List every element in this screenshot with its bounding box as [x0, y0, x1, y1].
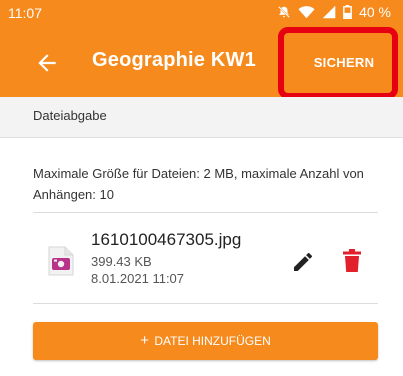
- list-item: 1610100467305.jpg 399.43 KB 8.01.2021 11…: [33, 226, 378, 302]
- add-file-button[interactable]: + DATEI HINZUFÜGEN: [33, 322, 378, 360]
- divider: [33, 212, 378, 213]
- file-date: 8.01.2021 11:07: [91, 271, 185, 286]
- status-icons: 40 %: [277, 4, 391, 20]
- file-size: 399.43 KB: [91, 254, 152, 269]
- status-time: 11:07: [8, 5, 42, 21]
- status-bar: 11:07 40 %: [0, 0, 403, 26]
- save-button-highlight: [278, 27, 398, 99]
- battery-icon: [343, 5, 352, 19]
- arrow-left-icon[interactable]: [34, 50, 60, 76]
- file-name: 1610100467305.jpg: [91, 230, 242, 249]
- pencil-icon[interactable]: [291, 250, 315, 274]
- trash-icon[interactable]: [340, 248, 364, 274]
- battery-percent: 40 %: [359, 4, 391, 20]
- section-title: Dateiabgabe: [33, 108, 107, 123]
- signal-icon: [322, 5, 336, 19]
- section-header: Dateiabgabe: [0, 97, 403, 138]
- bell-off-icon: [278, 6, 290, 18]
- page-title: Geographie KW1: [92, 49, 256, 71]
- image-file-icon: [48, 246, 74, 276]
- add-file-label: DATEI HINZUFÜGEN: [154, 334, 271, 348]
- plus-icon: +: [140, 332, 149, 349]
- divider: [33, 303, 378, 304]
- upload-limits-text: Maximale Größe für Dateien: 2 MB, maxima…: [33, 166, 364, 202]
- wifi-icon: [298, 6, 315, 19]
